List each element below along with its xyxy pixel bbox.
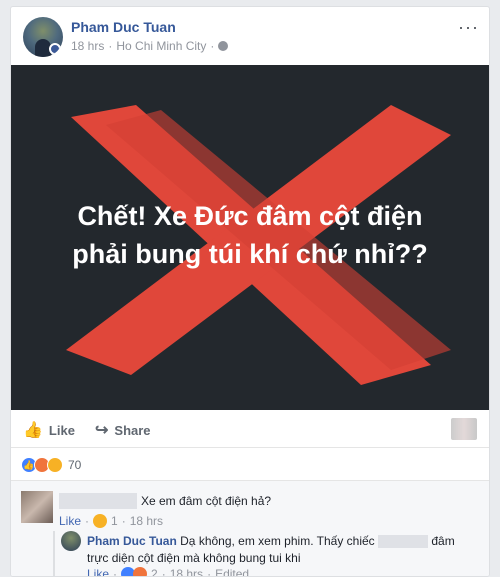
comment-sep: · <box>85 514 90 528</box>
reply-author[interactable]: Pham Duc Tuan <box>87 534 177 548</box>
reply-time[interactable]: 18 hrs <box>170 567 203 576</box>
reaction-summary[interactable]: 👍 70 <box>21 457 81 473</box>
caption-line-1: Chết! Xe Đức đâm cột điện <box>77 201 423 231</box>
share-arrow-icon: ↪ <box>95 422 109 439</box>
post-time[interactable]: 18 hrs <box>71 39 104 53</box>
redacted-name <box>59 493 137 509</box>
caption-line-2: phải bung túi khí chứ nhỉ?? <box>72 239 428 269</box>
action-bar: 👍 Like ↪ Share <box>11 410 489 448</box>
reply-thread-line <box>53 531 55 576</box>
haha-icon <box>93 514 108 528</box>
post-image[interactable]: Chết! Xe Đức đâm cột điện phải bung túi … <box>11 65 489 410</box>
reply-author-avatar[interactable] <box>61 531 81 551</box>
angry-icon <box>133 567 148 576</box>
meta-separator: · <box>108 39 113 53</box>
share-button[interactable]: ↪ Share <box>95 420 151 440</box>
reply-reaction-count[interactable]: 2 <box>151 567 158 576</box>
comments-section: Xe em đâm cột điện hả? Like · 1 · 18 hrs… <box>11 480 489 577</box>
commenter-avatar[interactable] <box>21 491 53 523</box>
viewer-avatar[interactable] <box>451 418 477 440</box>
reply-sep-3: · <box>207 567 212 577</box>
reply-sep: · <box>113 567 118 577</box>
post-header: Pham Duc Tuan 18 hrs · Ho Chi Minh City … <box>23 15 479 65</box>
meta-separator-2: · <box>210 39 215 53</box>
reply-sep-2: · <box>161 567 166 577</box>
thumbs-up-icon: 👍 <box>23 422 43 439</box>
post-card: Pham Duc Tuan 18 hrs · Ho Chi Minh City … <box>10 6 490 577</box>
more-options-icon[interactable]: ··· <box>458 17 479 38</box>
author-name[interactable]: Pham Duc Tuan <box>71 19 176 35</box>
comment-sep-2: · <box>121 514 126 528</box>
redacted-text <box>378 535 429 549</box>
comment-text: Xe em đâm cột điện hả? <box>141 494 272 508</box>
page-badge-icon <box>49 43 61 55</box>
reply-body: Pham Duc Tuan Dạ không, em xem phim. Thấ… <box>87 533 477 567</box>
haha-icon <box>47 457 63 473</box>
reaction-count: 70 <box>68 458 82 472</box>
comment-meta: Like · 1 · 18 hrs <box>59 514 163 528</box>
reply-meta: Like · 2 · 18 hrs · Edited <box>87 567 249 577</box>
like-button[interactable]: 👍 Like <box>23 420 75 440</box>
comment-like-link[interactable]: Like <box>59 514 81 528</box>
post-meta: 18 hrs · Ho Chi Minh City · <box>71 39 229 53</box>
image-caption: Chết! Xe Đức đâm cột điện phải bung túi … <box>11 197 489 273</box>
comment-body: Xe em đâm cột điện hả? <box>59 493 271 509</box>
reply-text-a: Dạ không, em xem phim. Thấy chiếc <box>180 534 375 548</box>
reply-like-link[interactable]: Like <box>87 567 109 576</box>
comment-time[interactable]: 18 hrs <box>130 514 163 528</box>
like-label: Like <box>48 422 75 438</box>
author-avatar[interactable] <box>23 17 63 57</box>
reply-edited[interactable]: Edited <box>215 567 249 576</box>
globe-icon[interactable] <box>218 41 229 51</box>
post-location[interactable]: Ho Chi Minh City <box>116 39 206 53</box>
share-label: Share <box>114 422 151 438</box>
comment-reaction-count[interactable]: 1 <box>111 514 118 528</box>
